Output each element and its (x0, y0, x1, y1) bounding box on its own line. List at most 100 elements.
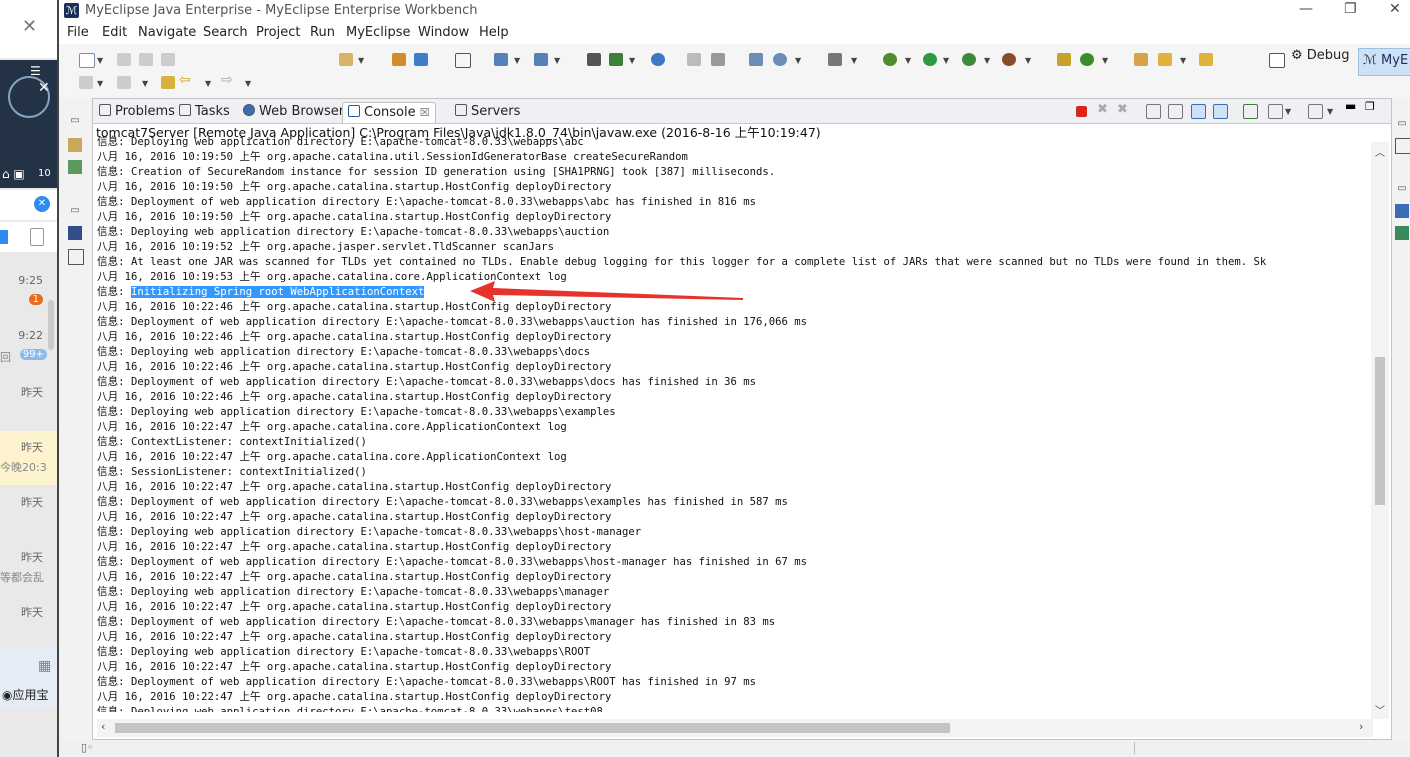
scroll-thumb[interactable] (1375, 357, 1385, 505)
chat-list-item[interactable]: 昨天 今晚20:3 (0, 431, 57, 485)
close-tab-icon[interactable]: ☒ (420, 106, 430, 119)
scroll-down-icon[interactable]: ﹀ (1375, 702, 1385, 717)
chevron-down-icon[interactable]: ▼ (554, 56, 560, 65)
open-folder-icon[interactable] (1134, 53, 1148, 66)
tab-console[interactable]: Console ☒ (342, 102, 436, 123)
chevron-down-icon[interactable]: ▼ (358, 56, 364, 65)
chat-list-item[interactable]: 昨天 (0, 376, 57, 430)
open-project-icon[interactable] (339, 53, 353, 66)
restore-icon[interactable]: ▭ (68, 205, 82, 219)
close-icon[interactable]: ✕ (38, 80, 50, 96)
perspective-debug[interactable]: ⚙ Debug (1291, 48, 1350, 63)
menu-run[interactable]: Run (310, 25, 335, 40)
package-icon[interactable] (392, 53, 406, 66)
restore-icon[interactable]: ▭ (1395, 118, 1409, 132)
deploy-icon[interactable] (414, 53, 428, 66)
console-output[interactable]: 信息: Deploying web application directory … (97, 135, 1369, 712)
tab-servers[interactable]: Servers (455, 102, 520, 122)
chevron-down-icon[interactable]: ▼ (851, 56, 857, 65)
phone-icon[interactable] (30, 228, 44, 246)
run-external-icon[interactable] (962, 53, 976, 66)
scroll-up-icon[interactable]: ︿ (1375, 144, 1385, 159)
chevron-down-icon[interactable]: ▼ (629, 56, 635, 65)
camera-icon[interactable] (828, 53, 842, 66)
menu-project[interactable]: Project (256, 25, 300, 40)
chat-list-item[interactable]: 昨天 等都会乱 (0, 541, 57, 595)
menu-myeclipse[interactable]: MyEclipse (346, 25, 411, 40)
minimize-icon[interactable]: — (1299, 1, 1313, 17)
globe-icon[interactable] (651, 53, 665, 66)
minimize-view-icon[interactable]: ▬ (1345, 99, 1358, 113)
outline-icon[interactable] (68, 249, 84, 265)
restore-icon[interactable]: ▭ (68, 115, 82, 129)
vertical-scrollbar[interactable]: ︿ ﹀ (1371, 142, 1389, 719)
run-icon[interactable] (923, 53, 937, 66)
chevron-down-icon[interactable]: ▼ (1327, 107, 1333, 116)
chevron-down-icon[interactable]: ▼ (142, 79, 148, 88)
chevron-down-icon[interactable]: ▼ (1025, 56, 1031, 65)
save-icon[interactable] (117, 53, 131, 66)
close-icon[interactable]: ✕ (22, 16, 37, 37)
grid-icon[interactable]: ▦ (38, 658, 51, 674)
package-explorer-icon[interactable] (68, 138, 82, 152)
tab-web-browser[interactable]: Web Browser (243, 102, 344, 122)
db-icon[interactable] (455, 53, 471, 68)
menu-window[interactable]: Window (418, 25, 469, 40)
chevron-down-icon[interactable]: ▼ (1285, 107, 1291, 116)
horizontal-scrollbar[interactable]: ‹ › (97, 719, 1373, 737)
menu-navigate[interactable]: Navigate (138, 25, 196, 40)
close-icon[interactable]: ✕ (1389, 1, 1401, 17)
wizard2-icon[interactable] (534, 53, 548, 66)
gear-icon[interactable] (1395, 226, 1409, 240)
chevron-down-icon[interactable]: ▼ (1180, 56, 1186, 65)
remove-launch-icon[interactable]: ✖ (1097, 102, 1110, 117)
show-on-stderr-icon[interactable] (1213, 104, 1228, 119)
clear-console-icon[interactable] (1146, 104, 1161, 119)
pin-console-icon[interactable] (1243, 104, 1258, 119)
server-icon[interactable] (587, 53, 601, 66)
image-icon[interactable] (1395, 204, 1409, 218)
home-icon[interactable]: ⌂ ▣ (2, 167, 25, 181)
refresh-icon[interactable] (1080, 53, 1094, 66)
terminate-icon[interactable] (1076, 106, 1087, 117)
copy-icon[interactable] (711, 53, 725, 66)
last-edit-icon[interactable] (161, 76, 175, 89)
selected-text[interactable]: Initializing Spring root WebApplicationC… (130, 286, 425, 298)
app-store-link[interactable]: ◉应用宝 (2, 686, 49, 703)
perspective-myeclipse[interactable]: ℳ MyE (1358, 48, 1410, 76)
chat-list-item[interactable]: 昨天 (0, 486, 57, 540)
wizard-icon[interactable] (494, 53, 508, 66)
chat-search-bar[interactable]: ✕ (0, 190, 57, 220)
chevron-down-icon[interactable]: ▼ (205, 79, 211, 88)
scroll-lock-icon[interactable] (1168, 104, 1183, 119)
pen-icon[interactable] (1158, 53, 1172, 66)
chevron-down-icon[interactable]: ▼ (1102, 56, 1108, 65)
chevron-down-icon[interactable]: ▼ (943, 56, 949, 65)
server-run-icon[interactable] (609, 53, 623, 66)
scroll-thumb[interactable] (115, 723, 950, 733)
chat-list-item[interactable]: 昨天 (0, 596, 57, 650)
chevron-down-icon[interactable]: ▼ (795, 56, 801, 65)
hierarchy-icon[interactable] (68, 160, 82, 174)
menu-file[interactable]: File (67, 25, 89, 40)
restore-icon[interactable]: ▭ (1395, 183, 1409, 197)
restore-icon[interactable]: ❐ (1344, 1, 1357, 17)
chevron-down-icon[interactable]: ▼ (97, 79, 103, 88)
chevron-down-icon[interactable]: ▼ (245, 79, 251, 88)
save-all-icon[interactable] (139, 53, 153, 66)
chevron-down-icon[interactable]: ▼ (97, 56, 103, 65)
debug-icon[interactable] (883, 53, 897, 66)
forward-icon[interactable]: ⇨ (221, 72, 233, 88)
chevron-down-icon[interactable]: ▼ (514, 56, 520, 65)
open-type-icon[interactable] (1199, 53, 1213, 66)
chevron-down-icon[interactable]: ▼ (905, 56, 911, 65)
image-icon[interactable] (68, 226, 82, 240)
outline-icon[interactable] (1395, 138, 1410, 154)
show-on-stdout-icon[interactable] (1191, 104, 1206, 119)
print-icon[interactable] (161, 53, 175, 66)
tab-problems[interactable]: Problems (99, 102, 175, 122)
back-icon[interactable]: ⇦ (179, 72, 191, 88)
tab-tasks[interactable]: Tasks (179, 102, 230, 122)
next-annotation-icon[interactable] (79, 76, 93, 89)
maximize-view-icon[interactable]: ❐ (1365, 100, 1378, 113)
